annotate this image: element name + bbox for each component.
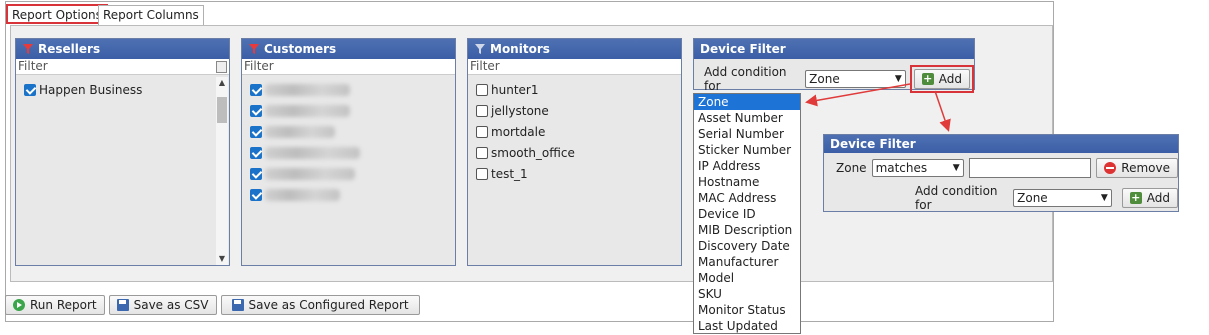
popup-condition-row: Zone matches ▼ Remove	[824, 153, 1178, 178]
popup-add-row: Add condition for Zone ▼ + Add	[824, 178, 1178, 212]
chevron-down-icon: ▼	[1100, 193, 1108, 203]
condition-value-input[interactable]	[968, 158, 1092, 178]
popup-add-button[interactable]: + Add	[1121, 188, 1178, 208]
remove-icon	[1104, 162, 1117, 174]
chevron-down-icon: ▼	[952, 163, 960, 173]
operator-value: matches	[875, 161, 928, 175]
remove-button[interactable]: Remove	[1096, 158, 1178, 178]
save-csv-button[interactable]: Save as CSV	[108, 295, 217, 315]
save-icon	[116, 299, 129, 311]
arrow-to-dropdown	[805, 83, 911, 107]
operator-select[interactable]: matches ▼	[871, 159, 964, 177]
save-configured-report-button[interactable]: Save as Configured Report	[220, 295, 420, 315]
save-csv-label: Save as CSV	[133, 298, 209, 312]
popup-condition-select[interactable]: Zone ▼	[1013, 189, 1112, 207]
run-report-button[interactable]: Run Report	[5, 295, 105, 315]
save-icon	[231, 299, 244, 311]
popup-header: Device Filter	[824, 135, 1178, 153]
popup-add-condition-label: Add condition for	[915, 184, 998, 212]
remove-label: Remove	[1121, 161, 1170, 175]
popup-condition-value: Zone	[1017, 191, 1048, 205]
plus-icon: +	[1129, 191, 1142, 204]
play-icon	[13, 299, 25, 311]
popup-add-label: Add	[1146, 191, 1170, 205]
device-filter-popup: Device Filter Zone matches ▼ Remove Add …	[823, 134, 1179, 212]
run-report-label: Run Report	[30, 298, 97, 312]
save-configured-label: Save as Configured Report	[248, 298, 409, 312]
popup-condition-label: Zone	[836, 161, 867, 175]
bottom-toolbar: Run Report Save as CSV Save as Configure…	[5, 295, 420, 315]
arrow-to-popup	[934, 90, 951, 132]
